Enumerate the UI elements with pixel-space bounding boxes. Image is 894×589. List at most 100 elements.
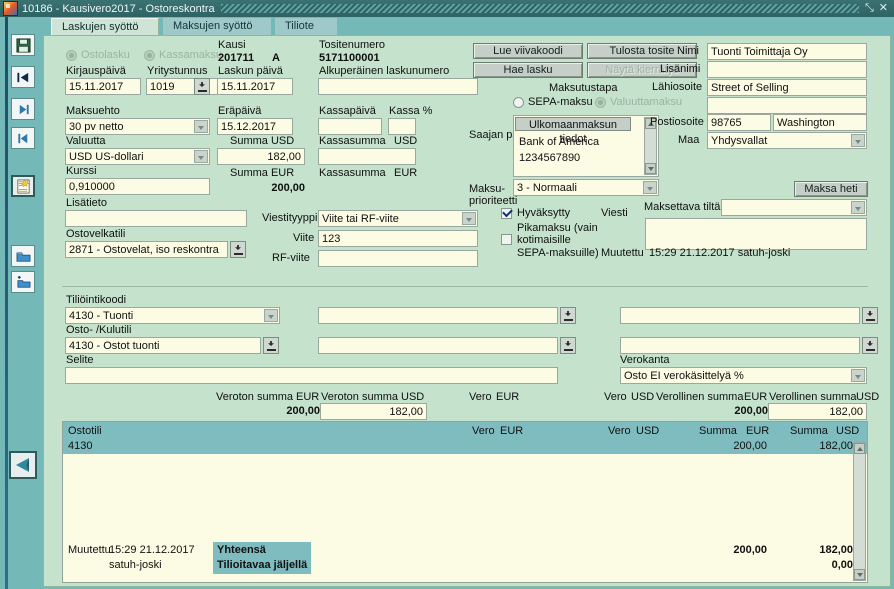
maksa-heti-button[interactable]: Maksa heti bbox=[794, 181, 868, 197]
summa-usd-label: Summa USD bbox=[230, 135, 295, 147]
viestityyppi-combo[interactable]: Viite tai RF-viite bbox=[318, 210, 478, 227]
previous-record-icon[interactable] bbox=[11, 127, 35, 149]
tab-maksujen-syotto[interactable]: Maksujen syöttö bbox=[163, 18, 271, 35]
osto-kulutili-input[interactable]: 4130 - Ostot tuonti bbox=[65, 337, 261, 354]
maksuehto-value: 30 pv netto bbox=[69, 121, 124, 133]
osto-kulutili-extra2-input[interactable] bbox=[620, 337, 860, 354]
radio-ostolasku[interactable] bbox=[66, 50, 77, 61]
ostovelkatili-input[interactable]: 2871 - Ostovelat, iso reskontra bbox=[65, 241, 228, 258]
viesti-input[interactable] bbox=[645, 218, 867, 250]
pikamaksu-checkbox[interactable] bbox=[501, 234, 512, 245]
osto-kulutili-extra1-input[interactable] bbox=[318, 337, 558, 354]
radio-valuuttamaksu[interactable] bbox=[595, 97, 606, 108]
chevron-down-icon[interactable] bbox=[851, 134, 865, 147]
saajan-pankki-listbox[interactable]: Ulkomaanmaksun tiedot Bank of America 12… bbox=[513, 115, 659, 177]
nimi-input[interactable]: Tuonti Toimittaja Oy bbox=[707, 43, 867, 60]
veroton-usd-input[interactable]: 182,00 bbox=[320, 403, 427, 420]
lue-viivakoodi-button[interactable]: Lue viivakoodi bbox=[473, 43, 583, 59]
chevron-down-icon[interactable] bbox=[643, 181, 657, 194]
lahiosoite-input[interactable]: Street of Selling bbox=[707, 79, 867, 96]
viite-input[interactable]: 123 bbox=[318, 230, 478, 247]
hyvaksytty-checkbox[interactable] bbox=[501, 208, 512, 219]
maksuehto-combo[interactable]: 30 pv netto bbox=[65, 118, 210, 135]
chevron-down-icon[interactable] bbox=[264, 309, 278, 322]
lisatieto-input[interactable] bbox=[65, 210, 247, 227]
maksettava-tilta-combo[interactable] bbox=[721, 199, 867, 216]
erapaiva-label: Eräpäivä bbox=[218, 105, 262, 117]
kassa-percent-input[interactable] bbox=[388, 118, 416, 135]
erapaiva-input[interactable]: 15.12.2017 bbox=[217, 118, 293, 135]
close-button[interactable]: ✕ bbox=[879, 3, 888, 14]
add-folder-icon[interactable] bbox=[11, 271, 35, 293]
postinumero-input[interactable]: 98765 bbox=[707, 114, 771, 131]
ostovelkatili-label: Ostovelkatili bbox=[66, 228, 126, 240]
bank-account-row[interactable]: 1234567890 bbox=[519, 152, 580, 164]
tiliointikoodi-extra2-input[interactable] bbox=[620, 307, 860, 324]
chevron-down-icon[interactable] bbox=[851, 201, 865, 214]
lahiosoite2-input[interactable] bbox=[707, 97, 867, 114]
footer-muutettu-label: Muutettu bbox=[68, 544, 111, 556]
grid-scrollbar[interactable] bbox=[853, 442, 866, 581]
kassapaiva-input[interactable] bbox=[318, 118, 382, 135]
ulkomaanmaksun-tiedot-header[interactable]: Ulkomaanmaksun tiedot bbox=[515, 117, 631, 145]
scroll-down-icon[interactable] bbox=[854, 569, 865, 580]
osto-kulutili-lookup-button[interactable] bbox=[263, 337, 279, 354]
chevron-down-icon[interactable] bbox=[194, 150, 208, 163]
verollinen-usd-input[interactable]: 182,00 bbox=[768, 403, 867, 420]
yritystunnus-input[interactable]: 1019 bbox=[146, 78, 222, 95]
yritystunnus-lookup-button[interactable] bbox=[194, 78, 210, 95]
application-window: 10186 - Kausivero2017 - Ostoreskontra ⤡ … bbox=[0, 0, 894, 589]
tiliointikoodi-extra2-lookup-button[interactable] bbox=[862, 307, 878, 324]
postitoimipaikka-input[interactable]: Washington bbox=[773, 114, 867, 131]
first-record-icon[interactable] bbox=[11, 66, 35, 88]
new-document-icon[interactable] bbox=[11, 175, 35, 197]
chevron-down-icon[interactable] bbox=[462, 212, 476, 225]
save-icon[interactable] bbox=[11, 34, 35, 56]
table-row-summa-usd[interactable]: 182,00 bbox=[775, 440, 853, 452]
chevron-down-icon[interactable] bbox=[851, 369, 865, 382]
ostovelkatili-lookup-button[interactable] bbox=[230, 241, 246, 258]
valuutta-combo[interactable]: USD US-dollari bbox=[65, 148, 210, 165]
radio-kassamaksu[interactable] bbox=[144, 50, 155, 61]
maksu-prioriteetti-label-1: Maksu- bbox=[469, 183, 506, 195]
tiliointikoodi-extra1-lookup-button[interactable] bbox=[560, 307, 576, 324]
next-record-icon[interactable] bbox=[11, 98, 35, 120]
lisanimi-input[interactable] bbox=[707, 61, 867, 78]
summa-usd-input[interactable]: 182,00 bbox=[217, 148, 305, 165]
lisatieto-label: Lisätieto bbox=[66, 197, 107, 209]
exit-icon[interactable] bbox=[9, 451, 37, 479]
maksu-prioriteetti-combo[interactable]: 3 - Normaali bbox=[513, 179, 659, 196]
laskun-paiva-input[interactable]: 15.11.2017 bbox=[217, 78, 293, 95]
bank-name-row[interactable]: Bank of America bbox=[519, 136, 599, 148]
scroll-down-icon[interactable] bbox=[645, 163, 656, 174]
table-row-ostotili[interactable]: 4130 bbox=[68, 440, 92, 452]
restore-button[interactable]: ⤡ bbox=[865, 3, 874, 14]
verokanta-label: Verokanta bbox=[620, 354, 670, 366]
kassasumma-usd-unit: USD bbox=[394, 135, 418, 147]
chevron-down-icon[interactable] bbox=[194, 120, 208, 133]
osto-kulutili-extra1-lookup-button[interactable] bbox=[560, 337, 576, 354]
tiliointikoodi-combo[interactable]: 4130 - Tuonti bbox=[65, 307, 280, 324]
scroll-up-icon[interactable] bbox=[854, 443, 865, 454]
verokanta-combo[interactable]: Osto EI verokäsittelyä % bbox=[620, 367, 867, 384]
table-row-summa-eur[interactable]: 200,00 bbox=[683, 440, 767, 452]
selite-input[interactable] bbox=[65, 367, 558, 384]
maa-combo[interactable]: Yhdysvallat bbox=[707, 132, 867, 149]
kurssi-input[interactable]: 0,910000 bbox=[65, 178, 210, 195]
client-area: Laskujen syöttö Maksujen syöttö Tiliote … bbox=[40, 17, 894, 589]
osto-kulutili-extra2-lookup-button[interactable] bbox=[862, 337, 878, 354]
tiliointikoodi-extra1-input[interactable] bbox=[318, 307, 558, 324]
radio-sepa-maksu[interactable] bbox=[513, 97, 524, 108]
grid-header-vero-eur-2: EUR bbox=[500, 425, 524, 437]
hae-lasku-button[interactable]: Hae lasku bbox=[473, 62, 583, 78]
open-folder-icon[interactable] bbox=[11, 245, 35, 267]
alkuperainen-laskunumero-input[interactable] bbox=[318, 78, 478, 95]
rf-viite-input[interactable] bbox=[318, 250, 478, 267]
tab-tiliote[interactable]: Tiliote bbox=[275, 18, 337, 35]
tab-laskujen-syotto[interactable]: Laskujen syöttö bbox=[51, 18, 159, 35]
kirjauspaiva-input[interactable]: 15.11.2017 bbox=[65, 78, 141, 95]
grid-header-ostotili: Ostotili bbox=[68, 425, 102, 437]
yritystunnus-label: Yritystunnus bbox=[147, 65, 208, 77]
kassasumma-usd-input[interactable] bbox=[318, 148, 416, 165]
kurssi-label: Kurssi bbox=[66, 165, 97, 177]
